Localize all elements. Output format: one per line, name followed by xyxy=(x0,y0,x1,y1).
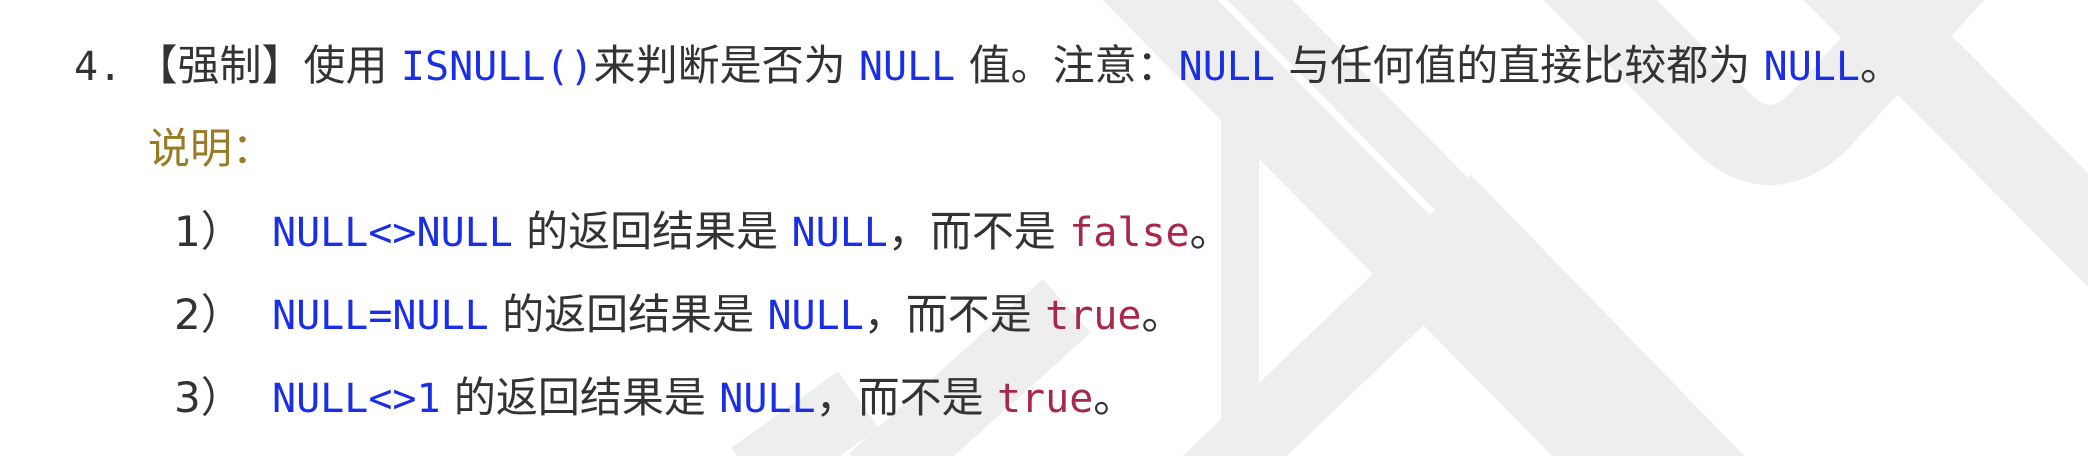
rule-text: 来判断是否为 xyxy=(593,41,859,90)
not-value-code: true xyxy=(996,376,1094,422)
item-end: 。 xyxy=(1189,207,1232,256)
item-text: 的返回结果是 xyxy=(512,207,792,256)
rule-end: 。 xyxy=(1859,41,1902,90)
list-marker: 2） xyxy=(174,290,243,339)
rule-text: 值。注意： xyxy=(955,41,1179,90)
list-marker: 3） xyxy=(174,373,243,422)
not-value-code: true xyxy=(1045,293,1142,339)
explanation-item: 2） NULL=NULL 的返回结果是 NULL，而不是 true。 xyxy=(174,287,1183,344)
item-text: 的返回结果是 xyxy=(440,373,720,422)
result-code: NULL xyxy=(791,210,888,256)
item-text: ，而不是 xyxy=(887,207,1070,256)
item-text: 的返回结果是 xyxy=(488,290,768,339)
explanation-item: 3） NULL<>1 的返回结果是 NULL，而不是 true。 xyxy=(174,370,1135,427)
rule-number: 4. xyxy=(74,44,123,90)
expression-code: NULL<>NULL xyxy=(272,210,513,256)
rule-text: 使用 xyxy=(303,41,401,90)
rule-tag: 【强制】 xyxy=(135,41,304,90)
rule-item: 4. 【强制】使用 ISNULL()来判断是否为 NULL 值。注意：NULL … xyxy=(74,38,1902,95)
item-text: ，而不是 xyxy=(815,373,997,422)
not-value-code: false xyxy=(1069,210,1190,256)
result-code: NULL xyxy=(719,376,816,422)
null-code: NULL xyxy=(1178,44,1275,90)
expression-code: NULL<>1 xyxy=(272,376,441,422)
note-label: 说明： xyxy=(148,124,275,173)
rule-text: 与任何值的直接比较都为 xyxy=(1274,41,1764,90)
item-text: ，而不是 xyxy=(863,290,1046,339)
null-code: NULL xyxy=(858,44,956,90)
result-code: NULL xyxy=(767,293,864,339)
list-marker: 1） xyxy=(174,207,243,256)
null-code: NULL xyxy=(1763,44,1860,90)
expression-code: NULL=NULL xyxy=(272,293,489,339)
item-end: 。 xyxy=(1093,373,1136,422)
isnull-code: ISNULL() xyxy=(400,44,594,90)
explanation-item: 1） NULL<>NULL 的返回结果是 NULL，而不是 false。 xyxy=(174,204,1232,261)
item-end: 。 xyxy=(1141,290,1184,339)
